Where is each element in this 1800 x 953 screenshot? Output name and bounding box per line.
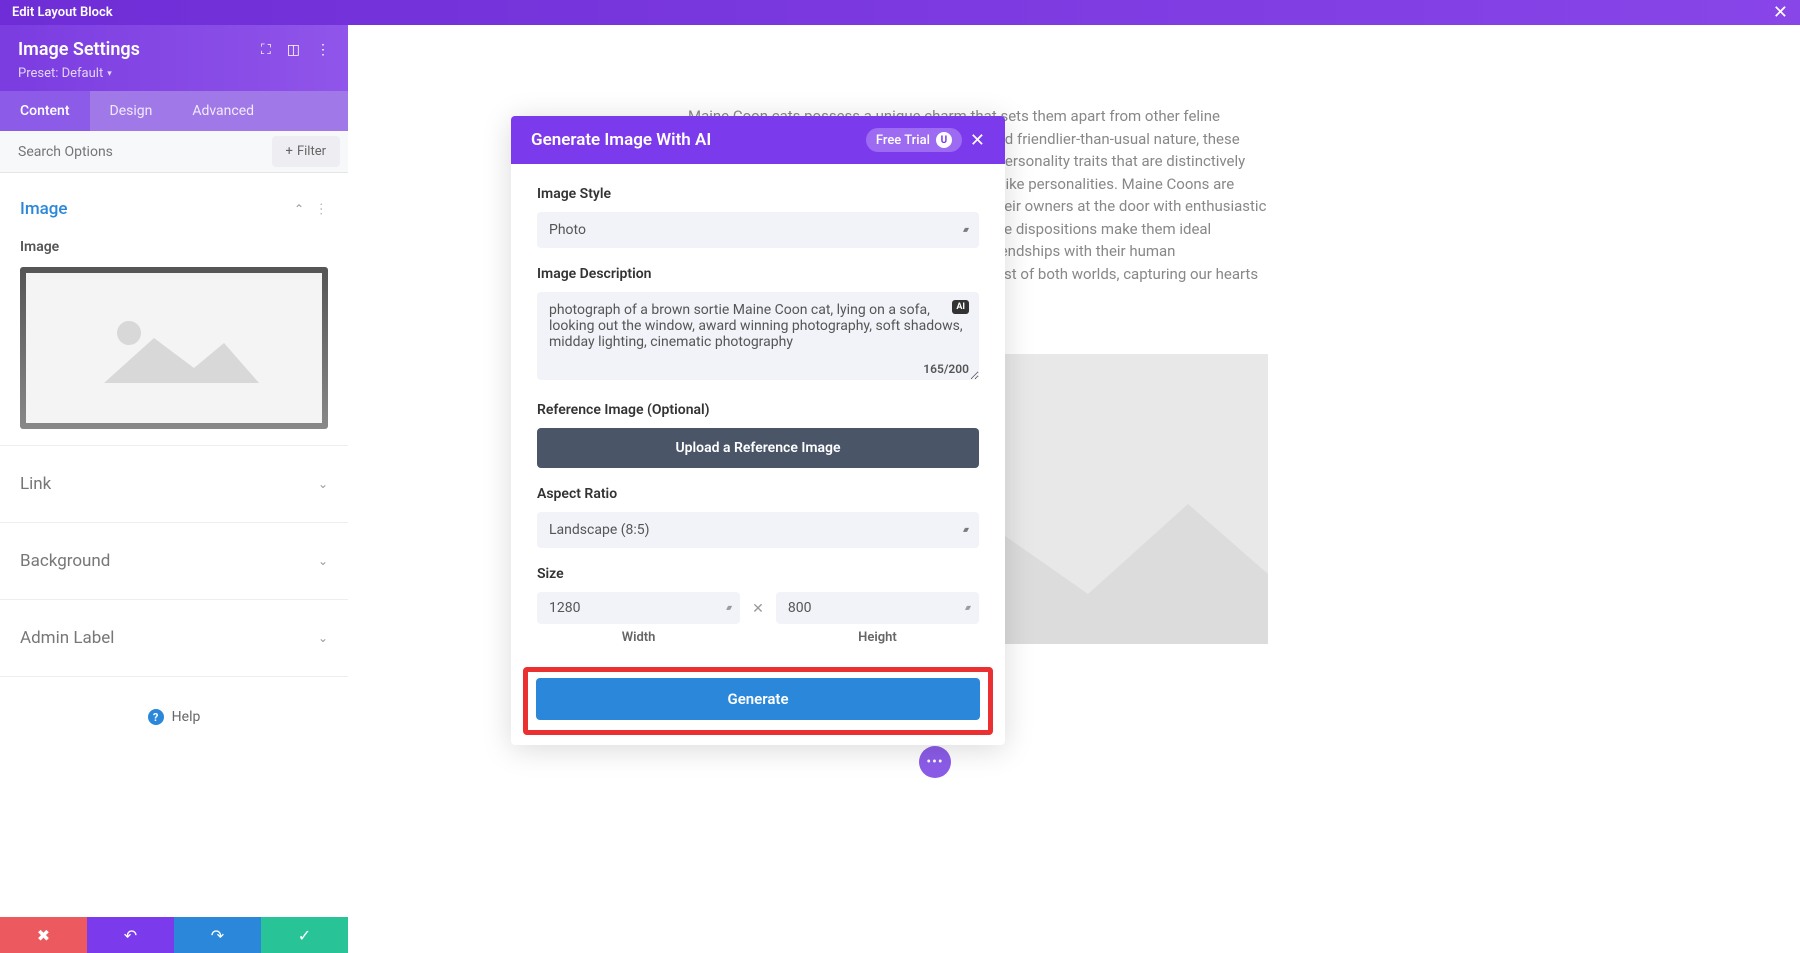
modal-title: Generate Image With AI [531,130,711,150]
settings-tabs: Content Design Advanced [0,91,348,131]
ai-image-modal: Generate Image With AI Free Trial U ✕ Im… [511,116,1005,745]
section-background[interactable]: Background ⌄ [20,539,328,583]
divider [0,522,348,523]
free-trial-badge[interactable]: Free Trial U [866,128,962,152]
tab-advanced[interactable]: Advanced [172,91,274,131]
chevron-up-icon: ⌃ [294,202,304,216]
upgrade-badge: U [936,132,952,148]
aspect-ratio-label: Aspect Ratio [537,486,979,502]
image-style-select[interactable]: Photo [537,212,979,248]
ai-badge-icon[interactable]: AI [952,300,969,314]
size-row: Width ✕ Height [537,592,979,645]
floating-action-button[interactable]: ••• [919,746,951,778]
sidebar-header: Image Settings ⛶ ◫ ⋮ Preset: Default [0,25,348,91]
image-description-label: Image Description [537,266,979,282]
reference-image-label: Reference Image (Optional) [537,402,979,418]
filter-button[interactable]: +Filter [272,136,340,167]
more-vertical-icon: ⋯ [313,202,329,216]
multiply-icon: ✕ [752,601,764,637]
image-placeholder-icon [84,298,264,398]
more-icon[interactable]: ⋮ [316,42,330,58]
width-input[interactable] [537,592,740,624]
image-description-textarea[interactable]: photograph of a brown sortie Maine Coon … [537,292,979,380]
expand-icon[interactable]: ⛶ [261,42,271,58]
search-input[interactable] [0,134,264,170]
top-bar: Edit Layout Block ✕ [0,0,1800,25]
width-label: Width [537,630,740,645]
section-image[interactable]: Image ⌃⋯ [20,187,328,231]
save-button[interactable]: ✓ [261,917,348,953]
close-icon[interactable]: ✕ [1773,2,1788,23]
help-icon: ? [148,709,164,725]
divider [0,445,348,446]
top-bar-title: Edit Layout Block [12,5,113,20]
search-filter-row: +Filter [0,131,348,173]
image-field-label: Image [20,239,328,255]
aspect-ratio-select[interactable]: Landscape (8:5) [537,512,979,548]
height-label: Height [776,630,979,645]
sidebar: Image Settings ⛶ ◫ ⋮ Preset: Default Con… [0,25,348,953]
generate-button[interactable]: Generate [536,678,980,720]
upload-reference-button[interactable]: Upload a Reference Image [537,428,979,468]
section-link[interactable]: Link ⌄ [20,462,328,506]
image-style-label: Image Style [537,186,979,202]
chevron-down-icon: ⌄ [318,631,328,645]
preset-dropdown[interactable]: Preset: Default [18,66,330,81]
undo-button[interactable]: ↶ [87,917,174,953]
sidebar-title: Image Settings [18,39,140,60]
modal-header: Generate Image With AI Free Trial U ✕ [511,116,1005,164]
section-admin-label[interactable]: Admin Label ⌄ [20,616,328,660]
help-link[interactable]: ? Help [20,693,328,741]
generate-highlight: Generate [523,667,993,735]
columns-icon[interactable]: ◫ [287,42,300,58]
modal-body: Image Style Photo Image Description phot… [511,164,1005,745]
sidebar-header-icons: ⛶ ◫ ⋮ [261,42,330,58]
char-count: 165/200 [923,362,969,376]
cancel-button[interactable]: ✖ [0,917,87,953]
size-label: Size [537,566,979,582]
modal-close-icon[interactable]: ✕ [970,130,985,151]
bottom-actions: ✖ ↶ ↷ ✓ [0,917,348,953]
chevron-down-icon: ⌄ [318,477,328,491]
divider [0,676,348,677]
tab-design[interactable]: Design [90,91,173,131]
chevron-down-icon: ⌄ [318,554,328,568]
image-preview[interactable] [20,267,328,429]
sidebar-body: Image ⌃⋯ Image Link ⌄ Background ⌄ Adm [0,173,348,953]
height-input[interactable] [776,592,979,624]
tab-content[interactable]: Content [0,91,90,131]
redo-button[interactable]: ↷ [174,917,261,953]
divider [0,599,348,600]
